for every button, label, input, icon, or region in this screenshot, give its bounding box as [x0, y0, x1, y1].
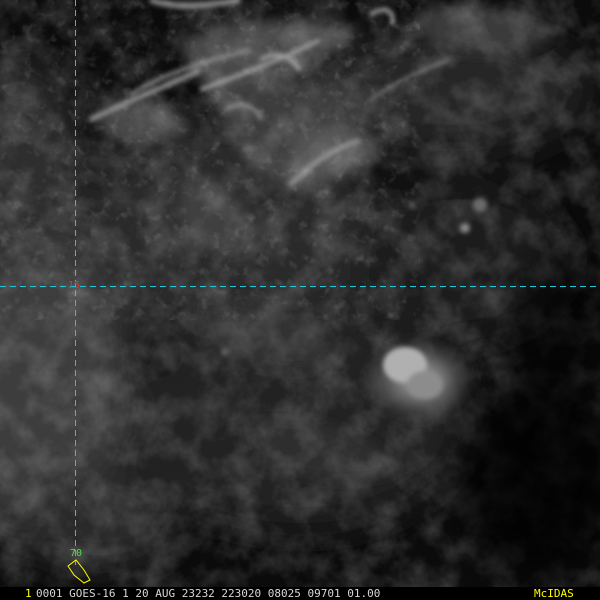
storm-cell [360, 335, 480, 425]
satellite-image [0, 0, 600, 588]
satellite-viewport: 15 70 1 0001 GOES-16 1 20 AUG 23232 2230… [0, 0, 600, 600]
mcidas-logo: McIDAS [534, 587, 574, 600]
status-bar: 1 0001 GOES-16 1 20 AUG 23232 223020 080… [0, 587, 600, 600]
frame-number: 1 [25, 587, 32, 600]
image-header-text: 0001 GOES-16 1 20 AUG 23232 223020 08025… [36, 587, 381, 600]
latitude-label: 15 [68, 280, 81, 291]
longitude-label: 70 [70, 548, 83, 559]
